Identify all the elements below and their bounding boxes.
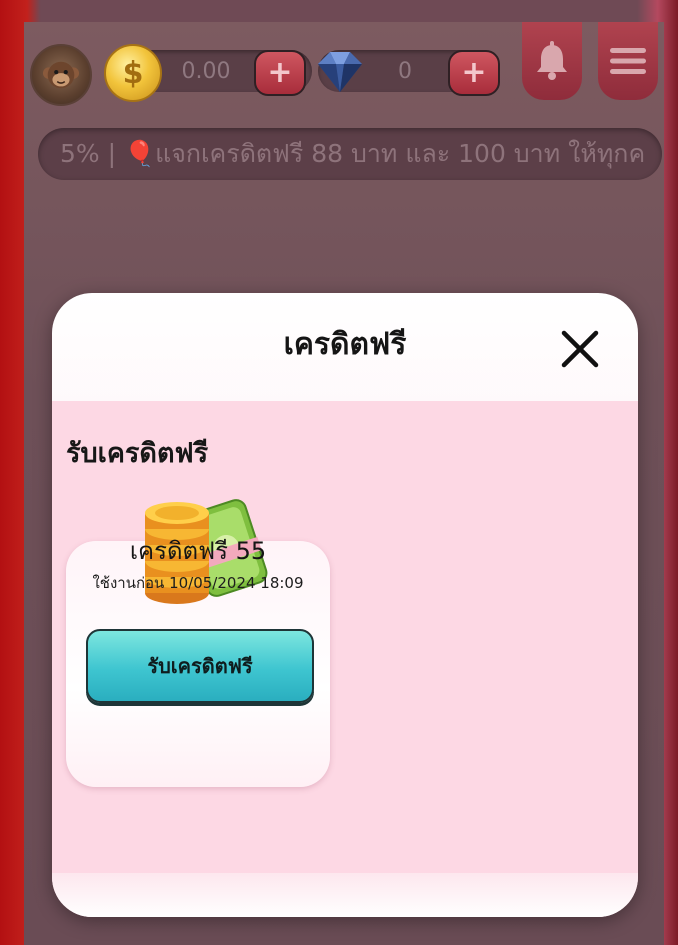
card-title: เครดิตฟรี 55 [129, 537, 267, 565]
hamburger-menu-icon [610, 48, 646, 74]
add-coins-button[interactable]: + [254, 50, 306, 96]
gem-balance: 0 [398, 59, 412, 84]
modal-header: เครดิตฟรี [52, 293, 638, 401]
free-credit-modal: เครดิตฟรี รับเครดิตฟรี เครดิตฟรี 55 ใช้ง… [52, 293, 638, 917]
coin-balance: 0.00 [181, 59, 231, 84]
section-title: รับเครดิตฟรี [66, 438, 209, 469]
announcement-text: 5% | 🎈แจกเครดิตฟรี 88 บาท และ 100 บาท ให… [60, 139, 646, 168]
bell-icon [537, 41, 567, 80]
gem-icon [318, 52, 362, 92]
claim-free-credit-button[interactable]: รับเครดิตฟรี [86, 629, 314, 703]
close-button[interactable] [558, 327, 602, 371]
monkey-avatar-icon [42, 61, 80, 89]
card-expiry: ใช้งานก่อน 10/05/2024 18:09 [92, 574, 304, 592]
add-gems-button[interactable]: + [448, 50, 500, 96]
announcement-marquee: 5% | 🎈แจกเครดิตฟรี 88 บาท และ 100 บาท ให… [38, 128, 662, 180]
modal-title: เครดิตฟรี [283, 327, 407, 362]
top-bar: $ 0.00 + 0 + [0, 0, 678, 110]
modal-footer [52, 873, 638, 917]
coin-symbol: $ [122, 55, 144, 91]
close-icon [561, 330, 599, 368]
coin-icon: $ [104, 44, 162, 102]
notifications-button[interactable] [522, 22, 582, 100]
menu-button[interactable] [598, 22, 658, 100]
avatar[interactable] [30, 44, 92, 106]
